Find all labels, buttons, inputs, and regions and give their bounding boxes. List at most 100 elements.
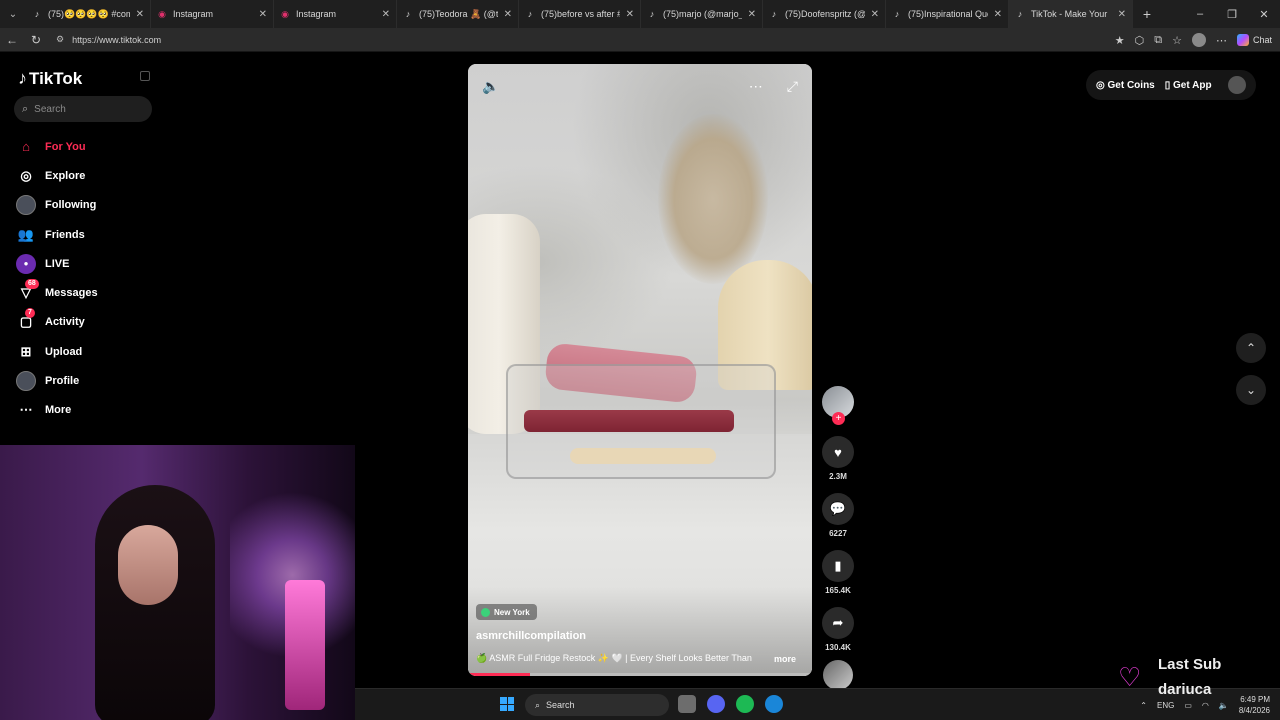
sidebar-item-label: More bbox=[45, 404, 72, 417]
browser-profile-avatar[interactable] bbox=[1191, 33, 1206, 47]
like-count: 2.3M bbox=[829, 472, 847, 481]
address-bar-row: ← ↻ ⚙ https://www.tiktok.com ★ ⬡ ⧉ ☆ ⋯ C… bbox=[0, 28, 1280, 52]
share-icon[interactable]: ➦ bbox=[822, 607, 854, 639]
sidebar-item-for-you[interactable]: ⌂ For You bbox=[16, 132, 98, 161]
more-dots-icon: ⋯ bbox=[19, 402, 33, 418]
sidebar-item-live[interactable]: ● LIVE bbox=[16, 249, 98, 278]
browser-tab[interactable]: ◉ Instagram ✕ bbox=[274, 0, 397, 28]
heart-icon[interactable]: ♥ bbox=[822, 436, 854, 468]
instagram-icon: ◉ bbox=[158, 8, 166, 19]
browser-tab[interactable]: ♪ (75)Inspirational Quote ✕ bbox=[886, 0, 1009, 28]
caption-text: 🍏 ASMR Full Fridge Restock ✨ 🤍 | Every S… bbox=[476, 653, 752, 663]
location-tag[interactable]: New York bbox=[476, 604, 537, 620]
volume-icon[interactable]: 🔈 bbox=[482, 78, 499, 95]
close-tab-icon[interactable]: ✕ bbox=[994, 9, 1002, 20]
sidebar-item-label: Activity bbox=[45, 316, 85, 329]
previous-video-button[interactable]: ⌃ bbox=[1236, 333, 1266, 363]
next-video-button[interactable]: ⌄ bbox=[1236, 375, 1266, 405]
tiktok-icon: ♪ bbox=[649, 9, 655, 19]
new-tab-icon[interactable]: + bbox=[1133, 6, 1161, 22]
user-avatar[interactable] bbox=[1228, 76, 1246, 94]
get-app-button[interactable]: ▯ Get App bbox=[1165, 80, 1212, 91]
favorites-icon[interactable]: ☆ bbox=[1172, 34, 1182, 47]
close-tab-icon[interactable]: ✕ bbox=[748, 9, 756, 20]
get-coins-button[interactable]: ◎ Get Coins bbox=[1096, 80, 1155, 91]
bookmark-icon[interactable]: ▮ bbox=[822, 550, 854, 582]
sidebar-item-messages[interactable]: ▽ 68 Messages bbox=[16, 278, 98, 307]
clock-date: 8/4/2026 bbox=[1238, 706, 1270, 715]
spotify-icon[interactable] bbox=[736, 695, 754, 713]
music-disc-icon[interactable] bbox=[823, 660, 853, 690]
favorite-star-icon[interactable]: ★ bbox=[1115, 34, 1125, 47]
browser-tab[interactable]: ♪ (75)🥺🥺🥺🥺 #coma ✕ bbox=[26, 0, 151, 28]
tab-actions-menu-icon[interactable]: ⌄ bbox=[0, 0, 26, 28]
close-window-icon[interactable]: ✕ bbox=[1248, 8, 1280, 21]
video-more-options-icon[interactable]: ⋯ bbox=[749, 78, 763, 95]
sidebar-item-explore[interactable]: ◎ Explore bbox=[16, 161, 98, 190]
fullscreen-icon[interactable]: ⤢ bbox=[787, 78, 798, 95]
creator-avatar[interactable]: + bbox=[822, 386, 854, 425]
back-icon[interactable]: ← bbox=[0, 33, 24, 47]
comment-action[interactable]: 💬 6227 bbox=[822, 493, 854, 538]
share-action[interactable]: ➦ 130.4K bbox=[822, 607, 854, 652]
tiktok-icon: ♪ bbox=[771, 9, 777, 19]
refresh-icon[interactable]: ↻ bbox=[24, 33, 48, 47]
follow-plus-icon[interactable]: + bbox=[832, 412, 845, 425]
browser-tab[interactable]: ◉ Instagram ✕ bbox=[151, 0, 274, 28]
minimize-icon[interactable]: – bbox=[1184, 8, 1216, 20]
windows-start-icon[interactable] bbox=[500, 697, 514, 711]
browser-tab-title: TikTok - Make Your bbox=[1031, 9, 1108, 19]
sidebar-item-friends[interactable]: 👥 Friends bbox=[16, 220, 98, 249]
last-sub-overlay: ♡ Last Sub dariuca bbox=[1118, 656, 1268, 700]
browser-menu-icon[interactable]: ⋯ bbox=[1216, 34, 1227, 47]
like-action[interactable]: ♥ 2.3M bbox=[822, 436, 854, 481]
file-explorer-icon[interactable] bbox=[678, 695, 696, 713]
video-player[interactable]: 🔈 ⋯ ⤢ New York asmrchillcompilation 🍏 AS… bbox=[468, 64, 812, 676]
browser-tab[interactable]: ♪ (75)Doofenspritz (@do ✕ bbox=[763, 0, 886, 28]
sidebar-item-activity[interactable]: ▢ 7 Activity bbox=[16, 308, 98, 337]
copilot-chat-label: Chat bbox=[1252, 35, 1272, 45]
caption-more-link[interactable]: more bbox=[774, 654, 796, 664]
top-right-actions: ◎ Get Coins ▯ Get App bbox=[1086, 70, 1256, 100]
address-field[interactable]: ⚙ https://www.tiktok.com bbox=[56, 34, 161, 45]
last-sub-name: dariuca bbox=[1158, 681, 1212, 698]
save-action[interactable]: ▮ 165.4K bbox=[822, 550, 854, 595]
sidebar-item-upload[interactable]: ⊞ Upload bbox=[16, 337, 98, 366]
comment-count: 6227 bbox=[829, 529, 847, 538]
copilot-chat-button[interactable]: Chat bbox=[1236, 34, 1272, 46]
discord-icon[interactable] bbox=[707, 695, 725, 713]
close-tab-icon[interactable]: ✕ bbox=[136, 9, 144, 20]
close-tab-icon[interactable]: ✕ bbox=[382, 9, 390, 20]
edge-browser-icon[interactable] bbox=[765, 695, 783, 713]
split-screen-icon[interactable]: ⧉ bbox=[1154, 34, 1162, 47]
wifi-icon[interactable]: ◠ bbox=[1202, 701, 1209, 710]
browser-tab[interactable]: ♪ (75)Teodora 🧸 (@teod ✕ bbox=[397, 0, 519, 28]
close-tab-icon[interactable]: ✕ bbox=[626, 9, 634, 20]
close-tab-icon[interactable]: ✕ bbox=[1118, 9, 1126, 20]
search-input[interactable]: ⌕ Search bbox=[14, 96, 152, 122]
browser-tab[interactable]: ♪ (75)before vs after #tvd ✕ bbox=[519, 0, 641, 28]
comment-icon[interactable]: 💬 bbox=[822, 493, 854, 525]
extensions-icon[interactable]: ⬡ bbox=[1135, 34, 1145, 47]
browser-tab[interactable]: ♪ (75)marjo (@marjo_king ✕ bbox=[641, 0, 763, 28]
maximize-icon[interactable]: ❐ bbox=[1216, 8, 1248, 21]
browser-tab[interactable]: ♪ TikTok - Make Your ✕ bbox=[1009, 0, 1133, 28]
close-tab-icon[interactable]: ✕ bbox=[259, 9, 267, 20]
sidebar-item-label: For You bbox=[45, 140, 86, 153]
network-icon[interactable]: ▭ bbox=[1184, 701, 1192, 710]
video-author[interactable]: asmrchillcompilation bbox=[476, 630, 586, 642]
speaker-icon[interactable]: 🔈 bbox=[1219, 701, 1229, 710]
close-tab-icon[interactable]: ✕ bbox=[504, 9, 512, 20]
chevron-down-icon: ⌄ bbox=[1245, 383, 1257, 397]
language-indicator[interactable]: ENG bbox=[1157, 701, 1174, 710]
tiktok-logo[interactable]: ♪ TikTok bbox=[18, 68, 82, 89]
sidebar-item-more[interactable]: ⋯ More bbox=[16, 396, 98, 425]
close-tab-icon[interactable]: ✕ bbox=[871, 9, 879, 20]
site-info-icon[interactable]: ⚙ bbox=[56, 34, 64, 45]
show-hidden-icons-icon[interactable]: ⌃ bbox=[1140, 701, 1147, 710]
video-progress-bar[interactable] bbox=[468, 673, 812, 676]
collapse-sidebar-icon[interactable] bbox=[140, 71, 150, 81]
sidebar-item-following[interactable]: Following bbox=[16, 191, 98, 220]
sidebar-item-profile[interactable]: Profile bbox=[16, 366, 98, 395]
taskbar-search-input[interactable]: ⌕ Search bbox=[525, 694, 669, 716]
